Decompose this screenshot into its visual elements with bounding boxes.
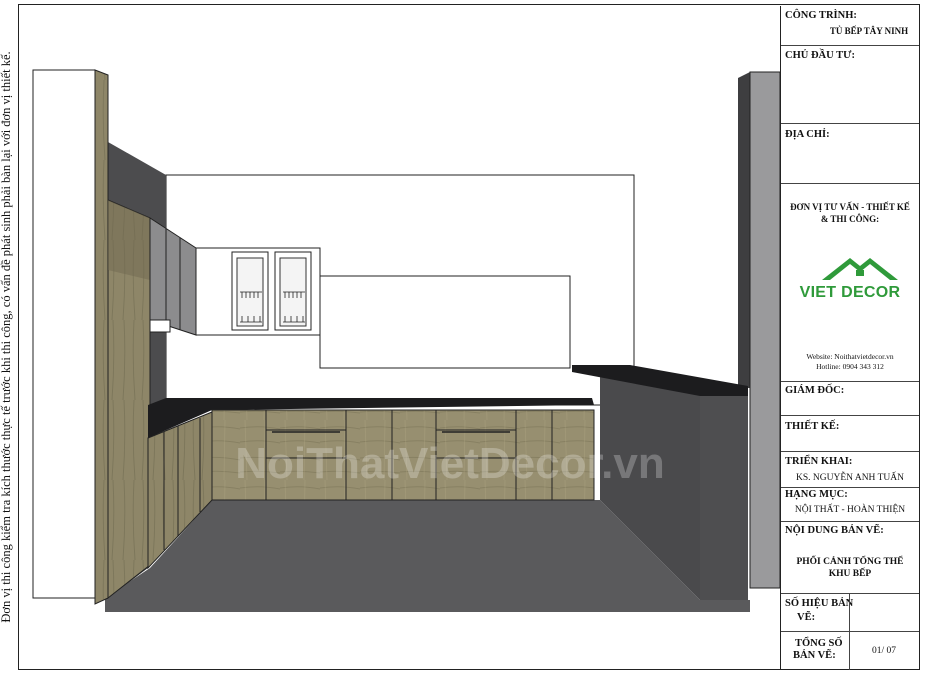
- don-vi-label-2: & THI CÔNG:: [820, 214, 880, 224]
- thiet-ke-label: THIẾT KẾ:: [785, 421, 840, 432]
- cong-trinh-label: CÔNG TRÌNH:: [785, 10, 857, 21]
- tong-so-cell: TỔNG SỐ BẢN VẼ: 01/ 07: [781, 632, 919, 670]
- website-text: Website: Noithatvietdecor.vn: [806, 352, 894, 361]
- noi-dung-value-2: KHU BẾP: [828, 569, 872, 579]
- range-hood-panel: [319, 275, 571, 369]
- noi-dung-value-1: PHỐI CẢNH TỔNG THỂ: [796, 557, 904, 567]
- giam-doc-label: GIÁM ĐỐC:: [785, 385, 845, 396]
- cong-trinh-cell: CÔNG TRÌNH: TỦ BẾP TÂY NINH: [781, 6, 919, 46]
- chu-dau-tu-label: CHỦ ĐẦU TƯ:: [785, 50, 855, 61]
- tong-so-label-1: TỔNG SỐ: [795, 638, 843, 649]
- tong-so-label-2: BẢN VẼ:: [793, 650, 836, 661]
- right-column-lower: [700, 390, 748, 600]
- giam-doc-cell: GIÁM ĐỐC:: [781, 382, 919, 416]
- cong-trinh-value: TỦ BẾP TÂY NINH: [829, 26, 909, 36]
- chu-dau-tu-cell: CHỦ ĐẦU TƯ:: [781, 46, 919, 124]
- so-hieu-cell: SỐ HIỆU BẢN VẼ:: [781, 594, 919, 632]
- hang-muc-cell: HẠNG MỤC: NỘI THẤT - HOÀN THIỆN: [781, 488, 919, 522]
- tong-so-value: 01/ 07: [871, 646, 896, 656]
- thiet-ke-cell: THIẾT KẾ:: [781, 416, 919, 452]
- logo-text: VIET DECOR: [799, 284, 901, 301]
- hang-muc-value: NỘI THẤT - HOÀN THIỆN: [794, 505, 906, 515]
- noi-dung-label: NỘI DUNG BẢN VẼ:: [785, 525, 884, 536]
- hotline-text: Hotline: 0904 343 312: [816, 362, 884, 371]
- side-note: Đơn vị thi công kiểm tra kích thước thực…: [0, 51, 13, 623]
- trien-khai-label: TRIỂN KHAI:: [785, 456, 853, 467]
- dia-chi-cell: ĐỊA CHỈ:: [781, 124, 919, 184]
- don-vi-cell: ĐƠN VỊ TƯ VẤN - THIẾT KẾ & THI CÔNG: VIE…: [781, 184, 919, 382]
- kitchen-perspective: NoiThatVietDecor.vn: [20, 6, 781, 668]
- trien-khai-cell: TRIỂN KHAI: KS. NGUYỄN ANH TUẤN: [781, 452, 919, 488]
- grey-pillar: [749, 71, 781, 589]
- noi-dung-cell: NỘI DUNG BẢN VẼ: PHỐI CẢNH TỔNG THỂ KHU …: [781, 522, 919, 594]
- hang-muc-label: HẠNG MỤC:: [785, 489, 848, 500]
- tall-wood-panel: [94, 69, 109, 605]
- title-block: CÔNG TRÌNH: TỦ BẾP TÂY NINH CHỦ ĐẦU TƯ: …: [780, 6, 920, 670]
- don-vi-label-1: ĐƠN VỊ TƯ VẤN - THIẾT KẾ: [790, 202, 910, 212]
- left-wall-panel: [32, 69, 96, 599]
- so-hieu-label-1: SỐ HIỆU BẢN: [785, 598, 854, 609]
- trien-khai-value: KS. NGUYỄN ANH TUẤN: [795, 473, 905, 483]
- so-hieu-label-2: VẼ:: [797, 612, 816, 623]
- viet-decor-logo-icon: [822, 258, 898, 280]
- dia-chi-label: ĐỊA CHỈ:: [785, 129, 830, 140]
- watermark: NoiThatVietDecor.vn: [235, 439, 665, 488]
